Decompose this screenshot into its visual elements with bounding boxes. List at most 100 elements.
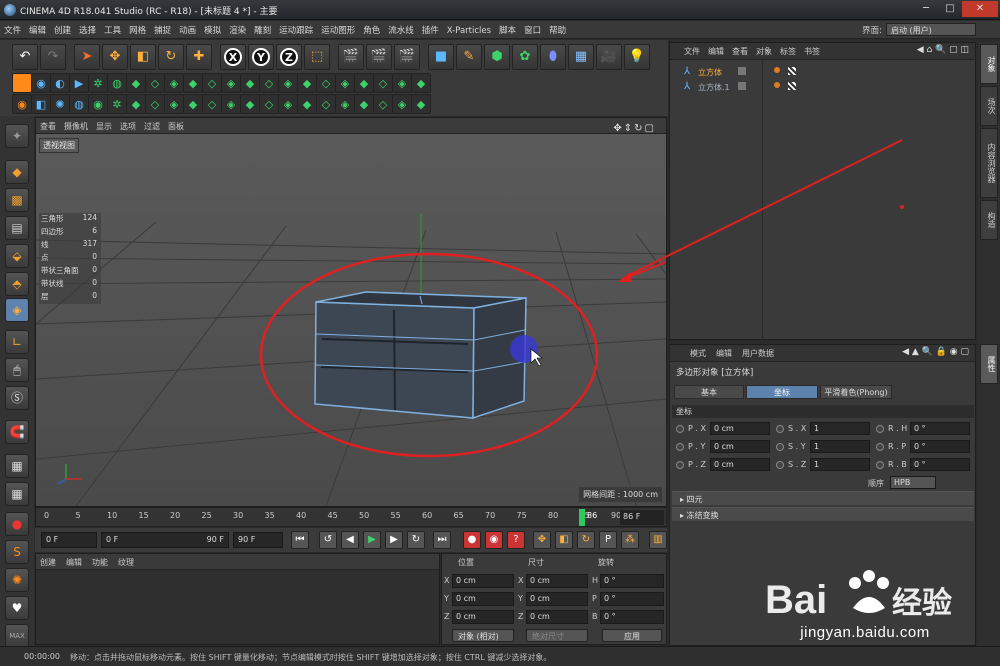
workplane-grid-icon[interactable]: ▦ (5, 454, 29, 478)
plugin-tool-icon[interactable]: ◆ (297, 73, 317, 93)
make-editable-icon[interactable]: ✦ (5, 124, 29, 148)
move-tool-icon[interactable]: ✥ (102, 44, 128, 70)
om-menu-bookmarks[interactable]: 书签 (800, 43, 824, 57)
animate-toggle[interactable] (676, 425, 684, 433)
animate-toggle[interactable] (876, 425, 884, 433)
plugin-tool-icon[interactable]: ◍ (107, 73, 127, 93)
cloner-icon[interactable]: ✿ (512, 44, 538, 70)
min-time-field[interactable]: 0 F (41, 532, 97, 548)
rotation-order-dropdown[interactable]: HPB (890, 476, 936, 489)
key-rotation-icon[interactable]: ↻ (577, 531, 595, 549)
plugin-tool-icon[interactable]: ◆ (126, 94, 146, 114)
plugin-tool-icon[interactable]: ✲ (88, 73, 108, 93)
plugin-tool-icon[interactable]: ◈ (392, 94, 412, 114)
subdivision-surface-icon[interactable]: ⬢ (484, 44, 510, 70)
coordinate-system-icon[interactable]: ⬚ (304, 44, 330, 70)
render-settings-icon[interactable]: 🎬 (394, 44, 420, 70)
animate-toggle[interactable] (776, 425, 784, 433)
quaternion-section[interactable]: ▸ 四元 (672, 491, 974, 505)
next-frame-icon[interactable]: ▶ (385, 531, 403, 549)
plugin-tool-icon[interactable]: ✺ (50, 94, 70, 114)
menu-tools[interactable]: 工具 (100, 21, 125, 36)
position-y-field[interactable]: 0 cm (452, 592, 514, 606)
size-y-field[interactable]: 0 cm (526, 592, 588, 606)
om-menu-file[interactable]: 文件 (670, 43, 704, 57)
size-z-field[interactable]: 0 cm (526, 610, 588, 624)
plugin-tool-icon[interactable]: ◈ (278, 94, 298, 114)
viewport-menu-display[interactable]: 显示 (92, 118, 116, 132)
menu-simulate[interactable]: 模拟 (200, 21, 225, 36)
go-to-start-icon[interactable]: ⏮ (291, 531, 309, 549)
menu-select[interactable]: 选择 (75, 21, 100, 36)
plugin-tool-icon[interactable]: ◆ (297, 94, 317, 114)
size-x-field[interactable]: 0 cm (526, 574, 588, 588)
plugin-tool-icon[interactable]: ◉ (12, 94, 32, 114)
key-parameter-icon[interactable]: P (599, 531, 617, 549)
animate-toggle[interactable] (876, 443, 884, 451)
plugin-tool-icon[interactable]: ◆ (12, 73, 32, 93)
scale-tool-icon[interactable]: ◧ (130, 44, 156, 70)
plugin-tool-icon[interactable]: ◈ (278, 73, 298, 93)
go-to-end-icon[interactable]: ⏭ (433, 531, 451, 549)
plugin-tool-icon[interactable]: ◈ (221, 73, 241, 93)
menu-mograph[interactable]: 运动图形 (317, 21, 359, 36)
dock-tab-attributes[interactable]: 属性 (980, 344, 998, 384)
plugin-tool-icon[interactable]: ◍ (69, 94, 89, 114)
layer-toggle-icon[interactable] (738, 82, 746, 90)
workplane-icon[interactable]: ▤ (5, 216, 29, 240)
apply-button[interactable]: 应用 (602, 629, 662, 642)
heart-plugin-icon[interactable]: ♥ (5, 596, 29, 620)
animate-toggle[interactable] (676, 461, 684, 469)
x-axis-lock-button[interactable]: X (220, 44, 246, 70)
rotation-h-prop[interactable]: 0 ° (910, 422, 970, 435)
plugin-tool-icon[interactable]: ◆ (183, 94, 203, 114)
uvw-tag-icon[interactable] (788, 67, 796, 75)
substance-icon[interactable]: S (5, 540, 29, 564)
key-pla-icon[interactable]: ⁂ (621, 531, 639, 549)
om-nav-icons[interactable]: ◀ ⌂ 🔍 ▢ ◫ (917, 45, 969, 55)
menu-x-particles[interactable]: X-Particles (443, 23, 495, 36)
points-mode-icon[interactable]: ⬙ (5, 244, 29, 268)
om-menu-tags[interactable]: 标签 (776, 43, 800, 57)
menu-mesh[interactable]: 网格 (125, 21, 150, 36)
plugin-tool-icon[interactable]: ◇ (202, 73, 222, 93)
plugin-tool-icon[interactable]: ◇ (202, 94, 222, 114)
camera-icon[interactable]: 🎥 (596, 44, 622, 70)
key-position-icon[interactable]: ✥ (533, 531, 551, 549)
material-menu-create[interactable]: 创建 (36, 554, 62, 568)
snap-magnet-icon[interactable]: 🧲 (5, 420, 29, 444)
select-cursor-icon[interactable]: ➤ (74, 44, 100, 70)
om-menu-objects[interactable]: 对象 (752, 43, 776, 57)
coordinate-mode-dropdown[interactable]: 对象 (相对) (452, 629, 514, 642)
drawer-cube-object[interactable] (314, 291, 527, 420)
plugin-tool-icon[interactable]: ◆ (240, 94, 260, 114)
plugin-tool-icon[interactable]: ◈ (335, 94, 355, 114)
position-z-prop[interactable]: 0 cm (710, 458, 770, 471)
next-key-icon[interactable]: ↻ (407, 531, 425, 549)
dock-tab-content-browser[interactable]: 内容浏览器 (980, 128, 998, 198)
phong-tag-icon[interactable] (774, 67, 780, 73)
preview-range-slider[interactable]: 0 F 90 F (101, 532, 229, 548)
plugin-tool-icon[interactable]: ◆ (354, 73, 374, 93)
polygons-mode-icon[interactable]: ◈ (5, 298, 29, 322)
locked-workplane-icon[interactable]: ▦ (5, 482, 29, 506)
plugin-tool-icon[interactable]: ◇ (373, 94, 393, 114)
animate-toggle[interactable] (776, 443, 784, 451)
plugin-tool-icon[interactable]: ◇ (373, 73, 393, 93)
menu-file[interactable]: 文件 (0, 21, 25, 36)
plugin-tool-icon[interactable]: ◆ (354, 94, 374, 114)
light-icon[interactable]: 💡 (624, 44, 650, 70)
scale-y-prop[interactable]: 1 (810, 440, 870, 453)
menu-create[interactable]: 创建 (50, 21, 75, 36)
viewport-navigation-icons[interactable]: ✥⇕↻▢ (609, 120, 660, 134)
scale-z-prop[interactable]: 1 (810, 458, 870, 471)
maximize-button[interactable]: □ (938, 1, 962, 17)
menu-script[interactable]: 脚本 (495, 21, 520, 36)
plugin-tool-icon[interactable]: ◐ (50, 73, 70, 93)
floor-scene-icon[interactable]: ▦ (568, 44, 594, 70)
plugin-tool-icon[interactable]: ◇ (145, 94, 165, 114)
plugin-tool-icon[interactable]: ◧ (31, 94, 51, 114)
viewport-menu-filter[interactable]: 过滤 (140, 118, 164, 132)
material-menu-function[interactable]: 功能 (88, 554, 114, 568)
prev-frame-icon[interactable]: ◀ (341, 531, 359, 549)
